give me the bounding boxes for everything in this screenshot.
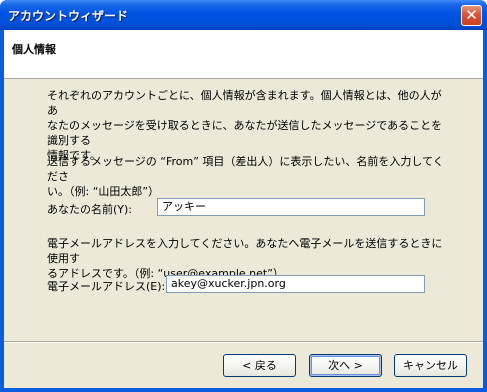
next-button[interactable]: 次へ > [309,354,382,377]
name-field[interactable]: アッキー [157,198,425,216]
footer-separator [4,341,483,343]
intro-line: それぞれのアカウントごとに、個人情報が含まれます。個人情報とは、他の人があ [47,89,442,117]
instruction-line: 電子メールアドレスを入力してください。あなたへ電子メールを送信するときに使用す [47,237,443,265]
close-button[interactable]: ✕ [461,5,482,26]
email-label: 電子メールアドレス(E): [47,280,166,293]
instruction-line: い。（例: “山田太郎”） [47,185,160,198]
name-label: あなたの名前(Y): [47,203,133,216]
instruction-line: 送信するメッセージの “From” 項目（差出人）に表示したい、名前を入力してく… [47,155,444,183]
back-button[interactable]: < 戻る [223,354,296,377]
page-header: 個人情報 [4,30,483,79]
from-instructions: 送信するメッセージの “From” 項目（差出人）に表示したい、名前を入力してく… [47,154,447,199]
intro-paragraph: それぞれのアカウントごとに、個人情報が含まれます。個人情報とは、他の人があ なた… [47,88,447,163]
intro-line: なたのメッセージを受け取るときに、あなたが送信したメッセージであることを識別する [47,119,443,147]
close-icon: ✕ [465,6,478,24]
wizard-client-area: 個人情報 それぞれのアカウントごとに、個人情報が含まれます。個人情報とは、他の人… [4,30,483,388]
window-title: アカウントウィザード [8,9,129,23]
wizard-window: アカウントウィザード ✕ 個人情報 それぞれのアカウントごとに、個人情報が含まれ… [0,0,487,392]
page-title: 個人情報 [12,43,56,56]
email-field[interactable]: akey@xucker.jpn.org [166,275,425,293]
title-bar[interactable]: アカウントウィザード ✕ [0,0,487,30]
cancel-button[interactable]: キャンセル [394,354,467,377]
